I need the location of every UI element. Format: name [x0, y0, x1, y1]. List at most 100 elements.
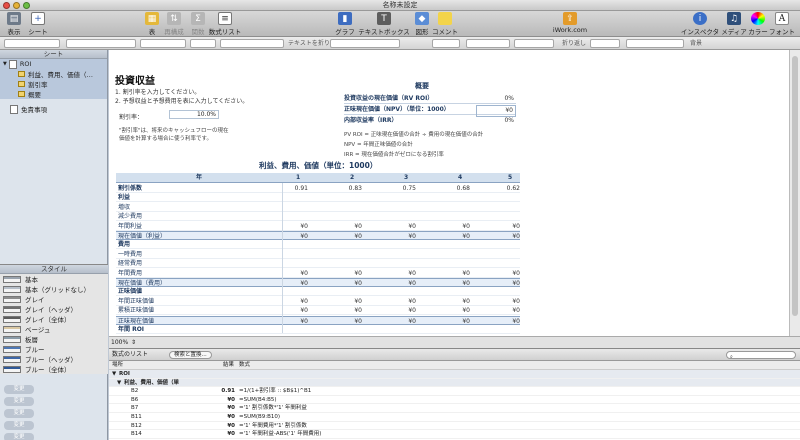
- review-item[interactable]: 変更: [4, 397, 34, 406]
- style-item[interactable]: グレイ: [0, 294, 108, 304]
- style-item[interactable]: ブルー（全体）: [0, 364, 108, 374]
- review-item[interactable]: 変更: [4, 421, 34, 430]
- text-style-buttons[interactable]: [220, 39, 284, 48]
- style-item[interactable]: 基本（グリッドなし）: [0, 284, 108, 294]
- sheet-item-disclaimer[interactable]: 免責事項: [0, 103, 107, 115]
- table-row[interactable]: 正味価値: [116, 287, 520, 297]
- style-item[interactable]: グレイ（全体）: [0, 314, 108, 324]
- sheet-button[interactable]: + シート: [24, 12, 52, 36]
- font-size-popup[interactable]: [190, 39, 216, 48]
- style-item[interactable]: ブルー: [0, 344, 108, 354]
- table-cell[interactable]: 0.62: [480, 184, 520, 193]
- column-result[interactable]: 結果: [223, 361, 234, 370]
- formula-search-input[interactable]: ⌕: [726, 351, 796, 360]
- table-row[interactable]: 年間 ROI: [116, 325, 520, 334]
- table-cell[interactable]: 0.75: [376, 184, 416, 193]
- review-item[interactable]: 変更: [4, 433, 34, 440]
- table-cell[interactable]: ¥0: [268, 222, 308, 231]
- style-item[interactable]: グレイ（ヘッダ）: [0, 304, 108, 314]
- table-cell[interactable]: ¥0: [376, 222, 416, 231]
- formula-group-table[interactable]: ▼ 利益、費用、価値（単: [109, 378, 800, 388]
- table-cell[interactable]: ¥0: [376, 297, 416, 306]
- table-cell[interactable]: ¥0: [376, 269, 416, 278]
- style-item[interactable]: 基本: [0, 274, 108, 284]
- table-row[interactable]: 年間費用 ¥0 ¥0 ¥0 ¥0 ¥0: [116, 269, 520, 278]
- table-cell[interactable]: ¥0: [430, 269, 470, 278]
- zoom-stepper-icon[interactable]: ⇕: [131, 337, 136, 348]
- table-cell[interactable]: ¥0: [480, 297, 520, 306]
- fill-color-popup[interactable]: [432, 39, 460, 48]
- table-row[interactable]: 現在価値（費用） ¥0 ¥0 ¥0 ¥0 ¥0: [116, 278, 520, 287]
- table-row[interactable]: 費用: [116, 240, 520, 250]
- sheet-canvas[interactable]: 投資収益 1. 割引率を入力してください。 2. 予想収益と予想費用を表に入力し…: [109, 50, 789, 336]
- table-row[interactable]: 割引係数 0.91 0.83 0.75 0.68 0.62: [116, 184, 520, 193]
- formula-group-roi[interactable]: ▼ ROI: [109, 370, 800, 379]
- table-cell[interactable]: ¥0: [322, 222, 362, 231]
- table-row[interactable]: 正味現在価値 ¥0 ¥0 ¥0 ¥0 ¥0: [116, 315, 520, 325]
- stroke-popup[interactable]: [466, 39, 510, 48]
- table-cell[interactable]: ¥0: [268, 297, 308, 306]
- style-item[interactable]: ベージュ: [0, 324, 108, 334]
- table-row[interactable]: 減少費用: [116, 212, 520, 222]
- table-row[interactable]: 経常費用: [116, 259, 520, 269]
- summary-row-npv[interactable]: 正味現在価値（NPV）（単位：1000） ¥0: [344, 105, 516, 117]
- table-cell[interactable]: ¥0: [430, 222, 470, 231]
- review-item[interactable]: 変更: [4, 385, 34, 394]
- table-row[interactable]: 利益: [116, 193, 520, 203]
- formula-row[interactable]: B6 ¥0 =SUM(B4:B5): [109, 396, 800, 405]
- formula-row[interactable]: B2 0.91 =1/(1+割引率 :: $B$1)^B1: [109, 387, 800, 396]
- table-cell[interactable]: ¥0: [268, 306, 308, 315]
- header-footer-buttons[interactable]: [626, 39, 684, 48]
- table-cell[interactable]: ¥0: [480, 222, 520, 231]
- table-row[interactable]: 年間正味価値 ¥0 ¥0 ¥0 ¥0 ¥0: [116, 297, 520, 306]
- table-row[interactable]: 増収: [116, 203, 520, 212]
- formula-row[interactable]: B7 ¥0 ='1' 割引係数*'1' 年間利益: [109, 404, 800, 413]
- disclosure-triangle-icon[interactable]: ▼: [3, 61, 7, 67]
- table-row[interactable]: 年間利益 ¥0 ¥0 ¥0 ¥0 ¥0: [116, 222, 520, 231]
- table-row[interactable]: 一時費用: [116, 250, 520, 259]
- table-row[interactable]: 累積正味価値 ¥0 ¥0 ¥0 ¥0 ¥0: [116, 306, 520, 316]
- summary-row-pv-roi[interactable]: 投資収益の現在価値（RV ROI） 0%: [344, 94, 516, 104]
- sheet-item-roi[interactable]: ▼ ROI: [0, 59, 107, 69]
- table-cell[interactable]: ¥0: [322, 297, 362, 306]
- formula-row[interactable]: B14 ¥0 ='1' 年間利益-ABS('1' 年間費用): [109, 430, 800, 439]
- stroke-width-popup[interactable]: [514, 39, 554, 48]
- zoom-level[interactable]: 100%: [111, 337, 128, 348]
- review-item[interactable]: 変更: [4, 409, 34, 418]
- column-formula[interactable]: 数式: [239, 361, 250, 370]
- table-item-summary[interactable]: 概要: [0, 89, 107, 99]
- scroll-thumb[interactable]: [792, 56, 798, 316]
- alignment-buttons[interactable]: [330, 39, 400, 48]
- table-cell[interactable]: ¥0: [268, 269, 308, 278]
- table-cell[interactable]: ¥0: [480, 269, 520, 278]
- close-button[interactable]: [3, 2, 10, 9]
- table-cell[interactable]: ¥0: [430, 297, 470, 306]
- style-item[interactable]: ブルー（ヘッダ）: [0, 354, 108, 364]
- column-location[interactable]: 場所: [112, 361, 123, 370]
- table-cell[interactable]: ¥0: [480, 306, 520, 315]
- minimize-button[interactable]: [13, 2, 20, 9]
- table-item-profit-cost-value[interactable]: 利益、費用、価値（…: [0, 69, 107, 79]
- iwork-share-button[interactable]: ⇪ iWork.com: [548, 12, 592, 34]
- summary-row-irr[interactable]: 内部収益率（IRR） 0%: [344, 116, 516, 126]
- find-replace-button[interactable]: 検索と置換...: [169, 351, 212, 359]
- formula-list-button[interactable]: ≡ 数式リスト: [202, 12, 248, 36]
- table-row[interactable]: 現在価値（利益） ¥0 ¥0 ¥0 ¥0 ¥0: [116, 231, 520, 240]
- font-family-popup[interactable]: [66, 39, 136, 48]
- table-cell[interactable]: 0.68: [430, 184, 470, 193]
- formula-row[interactable]: B12 ¥0 ='1' 年間費用*'1' 割引係数: [109, 422, 800, 431]
- table-cell[interactable]: ¥0: [430, 306, 470, 315]
- table-cell[interactable]: 0.91: [268, 184, 308, 193]
- font-style-popup[interactable]: [140, 39, 186, 48]
- table-cell[interactable]: 0.83: [322, 184, 362, 193]
- table-cell[interactable]: ¥0: [322, 306, 362, 315]
- wrap-popup[interactable]: [590, 39, 620, 48]
- style-popup[interactable]: [4, 39, 60, 48]
- zoom-button[interactable]: [23, 2, 30, 9]
- table-cell[interactable]: ¥0: [322, 269, 362, 278]
- formula-row[interactable]: B11 ¥0 =SUM(B9:B10): [109, 413, 800, 422]
- table-item-discount-rate[interactable]: 割引率: [0, 79, 107, 89]
- comment-button[interactable]: コメント: [423, 12, 467, 36]
- discount-rate-cell[interactable]: 10.0%: [169, 110, 219, 119]
- style-item[interactable]: 板層: [0, 334, 108, 344]
